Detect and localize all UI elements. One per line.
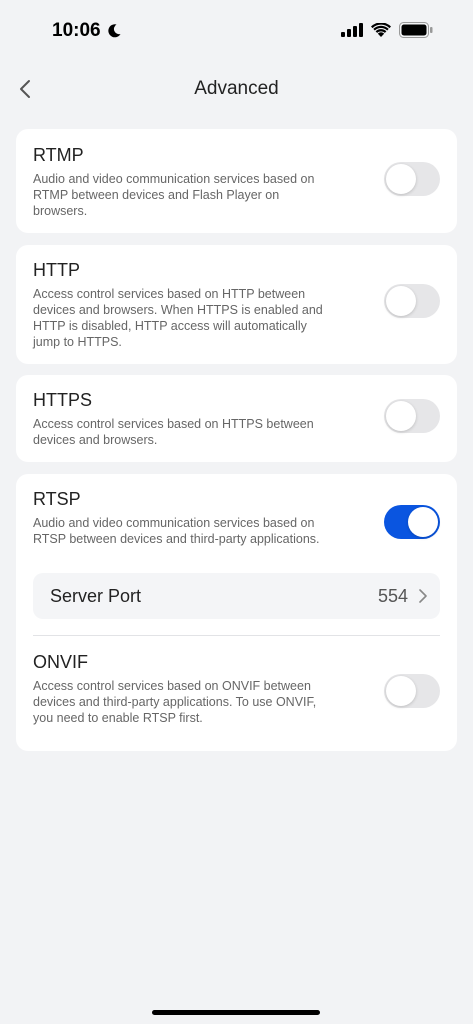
http-toggle[interactable] bbox=[384, 284, 440, 318]
time-text: 10:06 bbox=[52, 20, 101, 41]
onvif-description: Access control services based on ONVIF b… bbox=[33, 679, 317, 725]
rtsp-toggle[interactable] bbox=[384, 505, 440, 539]
rtmp-toggle[interactable] bbox=[384, 162, 440, 196]
onvif-toggle[interactable] bbox=[384, 674, 440, 708]
https-description: Access control services based on HTTPS b… bbox=[33, 417, 314, 447]
server-port-value: 554 bbox=[377, 586, 408, 606]
toggle-knob bbox=[408, 507, 438, 537]
moon-icon bbox=[107, 24, 121, 38]
home-indicator bbox=[152, 1010, 320, 1015]
https-toggle[interactable] bbox=[384, 399, 440, 433]
onvif-title: ONVIF bbox=[33, 652, 89, 672]
toggle-knob bbox=[386, 286, 416, 316]
http-description: Access control services based on HTTP be… bbox=[33, 287, 323, 349]
rtsp-onvif-card: RTSP Audio and video communication servi… bbox=[16, 474, 457, 751]
https-card: HTTPS Access control services based on H… bbox=[16, 375, 457, 462]
nav-bar: Advanced bbox=[0, 66, 473, 112]
https-title: HTTPS bbox=[33, 390, 93, 410]
page-title: Advanced bbox=[194, 78, 279, 99]
signal-icon bbox=[341, 23, 363, 37]
server-port-row[interactable]: Server Port 554 bbox=[33, 573, 440, 619]
status-icons bbox=[341, 22, 433, 38]
toggle-knob bbox=[386, 164, 416, 194]
rtsp-title: RTSP bbox=[33, 489, 81, 509]
toggle-knob bbox=[386, 401, 416, 431]
status-bar: 10:06 bbox=[0, 0, 473, 64]
status-time: 10:06 bbox=[52, 20, 122, 42]
http-title: HTTP bbox=[33, 260, 80, 280]
rtsp-description: Audio and video communication services b… bbox=[33, 516, 320, 546]
wifi-icon bbox=[371, 22, 391, 37]
server-port-label: Server Port bbox=[50, 586, 142, 606]
http-card: HTTP Access control services based on HT… bbox=[16, 245, 457, 364]
rtmp-description: Audio and video communication services b… bbox=[33, 172, 315, 218]
rtmp-title: RTMP bbox=[33, 145, 84, 165]
chevron-right-icon bbox=[419, 589, 427, 603]
divider bbox=[33, 635, 440, 636]
battery-icon bbox=[399, 22, 433, 38]
toggle-knob bbox=[386, 676, 416, 706]
rtmp-card: RTMP Audio and video communication servi… bbox=[16, 129, 457, 233]
